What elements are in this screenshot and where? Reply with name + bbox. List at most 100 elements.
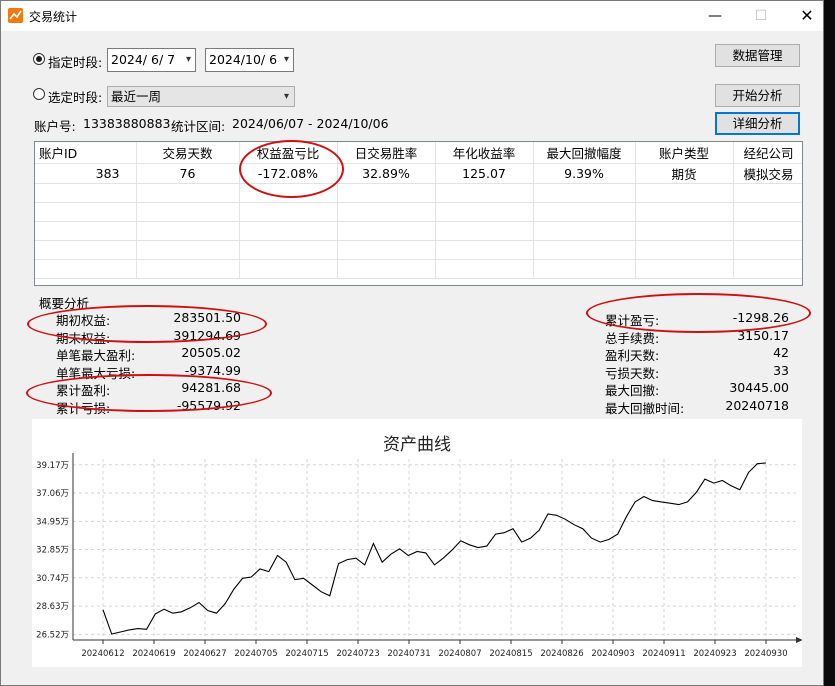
- x-tick-label: 20240930: [744, 649, 787, 659]
- equity-line: [102, 462, 767, 635]
- table-row[interactable]: [35, 221, 802, 241]
- summary-value: 30445.00: [729, 380, 789, 395]
- table-cell: [635, 183, 734, 203]
- x-tick-label: 20240715: [285, 649, 328, 659]
- table-cell: [35, 202, 137, 222]
- table-row[interactable]: [35, 183, 802, 203]
- y-tick-label: 34.95万: [36, 517, 69, 527]
- summary-value: 20240718: [725, 397, 789, 413]
- background-strip: [824, 0, 835, 686]
- x-tick-label: 20240619: [132, 649, 175, 659]
- start-date-value: 2024/ 6/ 7: [111, 52, 176, 67]
- column-header[interactable]: 账户类型: [635, 142, 734, 164]
- table-cell: [533, 221, 636, 241]
- detail-analysis-button[interactable]: 详细分析: [715, 112, 800, 135]
- equity-chart-svg: 资产曲线 39.17万 37.06万 34.95万 32.85万 30.74万 28.63万…: [36, 435, 803, 659]
- table-cell: [239, 221, 338, 241]
- column-header[interactable]: 权益盈亏比: [239, 142, 338, 164]
- table-cell: [435, 221, 534, 241]
- summary-value: 3150.17: [737, 327, 789, 343]
- x-tick-label: 20240705: [234, 649, 277, 659]
- column-header[interactable]: 最大回撤幅度: [533, 142, 636, 164]
- table-cell: 125.07: [435, 163, 534, 184]
- table-cell: [337, 221, 436, 241]
- table-cell: [733, 183, 802, 203]
- table-row[interactable]: [35, 259, 802, 279]
- preset-period-label: 选定时段:: [48, 90, 103, 105]
- summary-value: -9374.99: [184, 362, 241, 378]
- column-header[interactable]: 经纪公司: [733, 142, 802, 164]
- preset-period-radio[interactable]: [33, 88, 45, 100]
- summary-label: 期初权益:: [56, 313, 111, 328]
- table-cell: [435, 202, 534, 222]
- column-header[interactable]: 日交易胜率: [337, 142, 436, 164]
- fixed-period-label: 指定时段:: [48, 55, 103, 70]
- x-tick-label: 20240807: [438, 649, 481, 659]
- summary-label: 单笔最大亏损:: [56, 365, 136, 381]
- summary-label: 累计盈亏:: [605, 313, 660, 328]
- summary-label: 最大回撤时间:: [605, 400, 685, 416]
- table-cell: [337, 240, 436, 260]
- table-cell: [35, 259, 137, 279]
- table-cell: [136, 221, 240, 241]
- summary-value: 33: [773, 362, 789, 378]
- table-cell: [337, 259, 436, 279]
- end-date-picker[interactable]: 2024/10/ 6 ▾: [205, 48, 294, 72]
- chevron-down-icon: ▾: [283, 91, 289, 102]
- summary-value: -95579.92: [176, 397, 241, 413]
- start-analysis-button[interactable]: 开始分析: [715, 84, 800, 107]
- maximize-button[interactable]: ☐: [747, 5, 775, 27]
- table-cell: [239, 202, 338, 222]
- table-cell: [136, 259, 240, 279]
- results-table[interactable]: 账户ID 交易天数 权益盈亏比 日交易胜率 年化收益率 最大回撤幅度 账户类型 经纪公司 38…: [34, 141, 803, 286]
- table-cell: [635, 259, 734, 279]
- table-cell: [239, 183, 338, 203]
- column-header[interactable]: 年化收益率: [435, 142, 534, 164]
- table-row[interactable]: 383 76 -172.08% 32.89% 125.07 9.39% 期货 模拟交易: [35, 163, 802, 184]
- summary-label: 亏损天数:: [605, 365, 660, 381]
- table-cell: [733, 202, 802, 222]
- table-cell: [533, 202, 636, 222]
- summary-value: -1298.26: [732, 310, 789, 325]
- x-tick-label: 20240723: [336, 649, 379, 659]
- x-tick-label: 20240911: [642, 649, 685, 659]
- table-row[interactable]: [35, 202, 802, 222]
- y-tick-label: 37.06万: [36, 489, 69, 499]
- column-header[interactable]: 交易天数: [136, 142, 240, 164]
- preset-period-select[interactable]: 最近一周 ▾: [107, 86, 295, 107]
- table-cell: [733, 221, 802, 241]
- fixed-period-radio[interactable]: [33, 53, 45, 65]
- x-tick-label: 20240923: [693, 649, 736, 659]
- app-chart-icon: [8, 8, 23, 23]
- summary-value: 42: [773, 345, 789, 360]
- table-cell: 模拟交易: [733, 163, 802, 184]
- summary-label: 最大回撤:: [605, 383, 660, 398]
- x-tick-label: 20240903: [591, 649, 634, 659]
- y-tick-label: 28.63万: [36, 602, 69, 612]
- column-header[interactable]: 账户ID: [35, 142, 137, 164]
- table-cell: [435, 183, 534, 203]
- close-button[interactable]: ✕: [793, 5, 821, 27]
- minimize-button[interactable]: —: [701, 5, 729, 27]
- summary-value: 283501.50: [173, 310, 241, 325]
- table-cell: [533, 183, 636, 203]
- table-cell: [239, 259, 338, 279]
- table-cell: 76: [136, 163, 240, 184]
- table-cell: [136, 183, 240, 203]
- x-axis-arrow: [796, 637, 803, 643]
- start-date-picker[interactable]: 2024/ 6/ 7 ▾: [107, 48, 196, 72]
- x-tick-label: 20240612: [81, 649, 124, 659]
- end-date-value: 2024/10/ 6: [209, 52, 278, 67]
- summary-value: 20505.02: [181, 345, 241, 360]
- summary-label: 期末权益:: [56, 330, 111, 346]
- range-value: 2024/06/07 - 2024/10/06: [232, 116, 389, 131]
- table-cell: [635, 221, 734, 241]
- title-bar: 交易统计 — ☐ ✕: [1, 1, 823, 31]
- chevron-down-icon: ▾: [185, 54, 191, 65]
- table-cell: [337, 183, 436, 203]
- table-cell: [337, 202, 436, 222]
- data-manage-button[interactable]: 数据管理: [715, 44, 800, 67]
- range-label: 统计区间:: [171, 119, 226, 134]
- summary-label: 总手续费:: [605, 330, 660, 346]
- table-row[interactable]: [35, 240, 802, 260]
